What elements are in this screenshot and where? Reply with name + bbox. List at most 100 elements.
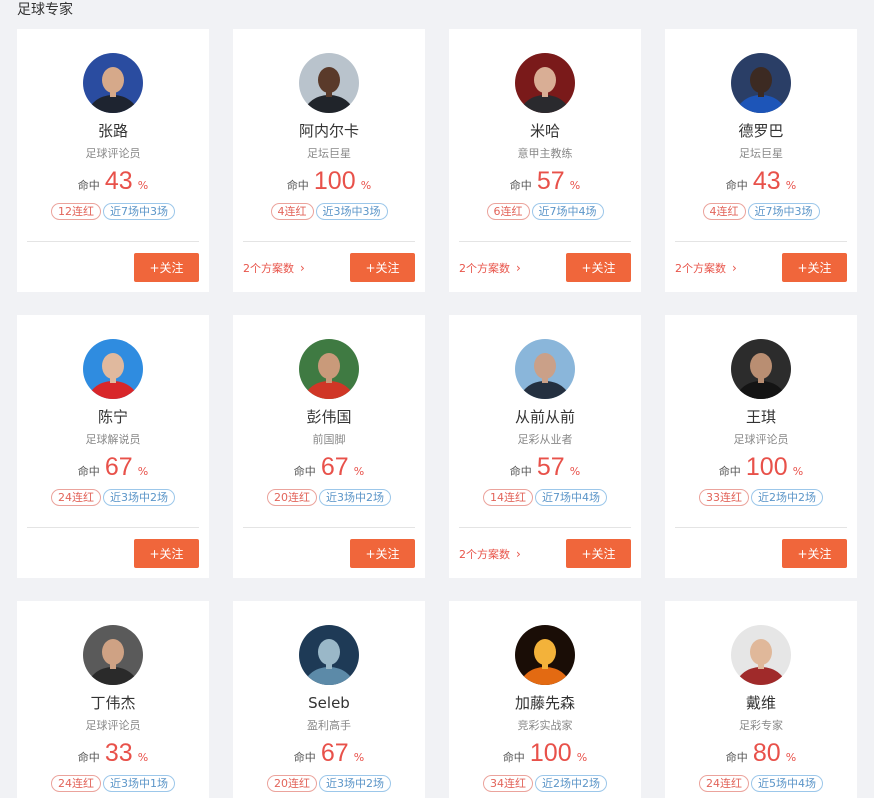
hit-rate-percent: % (137, 465, 149, 478)
streak-badge: 12连红 (51, 203, 101, 220)
card-divider (459, 527, 631, 528)
hit-rate-value: 100 (313, 167, 356, 195)
avatar[interactable] (515, 625, 575, 685)
avatar[interactable] (731, 339, 791, 399)
plans-link[interactable]: 2个方案数 › (459, 546, 521, 563)
recent-record-badge: 近3场中2场 (319, 489, 391, 506)
hit-rate-percent: % (785, 179, 797, 192)
expert-role: 竞彩实战家 (517, 719, 573, 732)
follow-button[interactable]: +关注 (350, 253, 415, 282)
record-tags: 34连红 近2场中2场 (449, 775, 641, 792)
hit-rate-percent: % (137, 751, 149, 764)
hit-rate-percent: % (353, 751, 365, 764)
hit-rate-label: 命中 (77, 751, 100, 764)
follow-button[interactable]: +关注 (566, 253, 631, 282)
follow-button[interactable]: +关注 (134, 253, 199, 282)
expert-card[interactable]: 王琪 足球评论员 命中 100 % 33连红 近2场中2场 +关注 (665, 315, 857, 578)
record-tags: 14连红 近7场中4场 (449, 489, 641, 506)
expert-card[interactable]: Seleb 盈利高手 命中 67 % 20连红 近3场中2场 (233, 601, 425, 798)
avatar[interactable] (83, 339, 143, 399)
follow-button[interactable]: +关注 (350, 539, 415, 568)
avatar[interactable] (515, 53, 575, 113)
recent-record-badge: 近7场中4场 (535, 489, 607, 506)
hit-rate-label: 命中 (293, 751, 316, 764)
follow-button[interactable]: +关注 (782, 539, 847, 568)
expert-name[interactable]: Seleb (233, 693, 425, 713)
avatar[interactable] (83, 53, 143, 113)
expert-name[interactable]: 从前从前 (449, 407, 641, 427)
expert-name[interactable]: 德罗巴 (665, 121, 857, 141)
recent-record-badge: 近7场中3场 (103, 203, 175, 220)
expert-role: 盈利高手 (307, 719, 351, 732)
avatar[interactable] (299, 53, 359, 113)
expert-name[interactable]: 戴维 (665, 693, 857, 713)
recent-record-badge: 近3场中2场 (319, 775, 391, 792)
plans-link[interactable]: 2个方案数 › (675, 260, 737, 277)
hit-rate: 命中 33 % (17, 737, 209, 774)
card-divider (27, 527, 199, 528)
streak-badge: 34连红 (483, 775, 533, 792)
expert-name[interactable]: 王琪 (665, 407, 857, 427)
expert-name[interactable]: 加藤先森 (449, 693, 641, 713)
expert-name[interactable]: 陈宁 (17, 407, 209, 427)
streak-badge: 20连红 (267, 775, 317, 792)
plans-link[interactable]: 2个方案数 › (459, 260, 521, 277)
hit-rate-label: 命中 (502, 751, 525, 764)
hit-rate-percent: % (360, 179, 372, 192)
hit-rate-value: 57 (536, 167, 565, 195)
expert-card[interactable]: 丁伟杰 足球评论员 命中 33 % 24连红 近3场中1场 (17, 601, 209, 798)
streak-badge: 6连红 (486, 203, 530, 220)
hit-rate-percent: % (569, 179, 581, 192)
expert-name[interactable]: 张路 (17, 121, 209, 141)
record-tags: 24连红 近3场中1场 (17, 775, 209, 792)
expert-card[interactable]: 米哈 意甲主教练 命中 57 % 6连红 近7场中4场 2个方案数 › +关注 (449, 29, 641, 292)
hit-rate-value: 100 (745, 453, 788, 481)
follow-button[interactable]: +关注 (566, 539, 631, 568)
hit-rate: 命中 43 % (665, 165, 857, 202)
recent-record-badge: 近2场中2场 (535, 775, 607, 792)
hit-rate-label: 命中 (718, 465, 741, 478)
streak-badge: 20连红 (267, 489, 317, 506)
avatar[interactable] (515, 339, 575, 399)
plans-count: 2个方案数 (675, 262, 726, 275)
expert-card[interactable]: 彭伟国 前国脚 命中 67 % 20连红 近3场中2场 +关注 (233, 315, 425, 578)
follow-button[interactable]: +关注 (134, 539, 199, 568)
hit-rate-percent: % (576, 751, 588, 764)
expert-name[interactable]: 阿内尔卡 (233, 121, 425, 141)
record-tags: 12连红 近7场中3场 (17, 203, 209, 220)
expert-card[interactable]: 陈宁 足球解说员 命中 67 % 24连红 近3场中2场 +关注 (17, 315, 209, 578)
expert-card[interactable]: 加藤先森 竞彩实战家 命中 100 % 34连红 近2场中2场 (449, 601, 641, 798)
record-tags: 4连红 近7场中3场 (665, 203, 857, 220)
streak-badge: 24连红 (51, 775, 101, 792)
record-tags: 24连红 近3场中2场 (17, 489, 209, 506)
follow-button[interactable]: +关注 (782, 253, 847, 282)
avatar[interactable] (83, 625, 143, 685)
expert-card[interactable]: 张路 足球评论员 命中 43 % 12连红 近7场中3场 +关注 (17, 29, 209, 292)
expert-card[interactable]: 德罗巴 足坛巨星 命中 43 % 4连红 近7场中3场 2个方案数 › +关注 (665, 29, 857, 292)
streak-badge: 24连红 (51, 489, 101, 506)
avatar[interactable] (299, 625, 359, 685)
recent-record-badge: 近3场中2场 (103, 489, 175, 506)
plans-link[interactable]: 2个方案数 › (243, 260, 305, 277)
expert-role: 足球解说员 (85, 433, 141, 446)
expert-name[interactable]: 米哈 (449, 121, 641, 141)
expert-card[interactable]: 阿内尔卡 足坛巨星 命中 100 % 4连红 近3场中3场 2个方案数 › +关注 (233, 29, 425, 292)
expert-card[interactable]: 从前从前 足彩从业者 命中 57 % 14连红 近7场中4场 2个方案数 › +关… (449, 315, 641, 578)
recent-record-badge: 近3场中3场 (315, 203, 388, 220)
streak-badge: 24连红 (699, 775, 749, 792)
expert-name[interactable]: 丁伟杰 (17, 693, 209, 713)
card-divider (27, 241, 199, 242)
hit-rate-value: 80 (752, 739, 781, 767)
avatar[interactable] (731, 53, 791, 113)
avatar[interactable] (299, 339, 359, 399)
hit-rate: 命中 43 % (17, 165, 209, 202)
expert-role: 足球评论员 (85, 147, 141, 160)
hit-rate-label: 命中 (293, 465, 316, 478)
hit-rate-label: 命中 (286, 179, 309, 192)
expert-name[interactable]: 彭伟国 (233, 407, 425, 427)
hit-rate-label: 命中 (77, 179, 100, 192)
avatar[interactable] (731, 625, 791, 685)
hit-rate: 命中 80 % (665, 737, 857, 774)
recent-record-badge: 近2场中2场 (751, 489, 823, 506)
expert-card[interactable]: 戴维 足彩专家 命中 80 % 24连红 近5场中4场 (665, 601, 857, 798)
